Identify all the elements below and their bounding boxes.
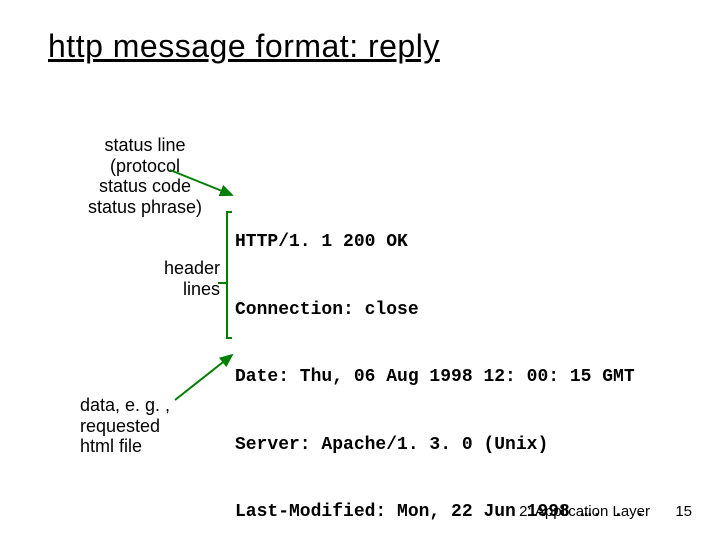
footer-section: 2: Application Layer	[519, 503, 650, 520]
http-header-line: Connection: close	[235, 299, 645, 322]
slide-title: http message format: reply	[48, 28, 440, 65]
annotation-header-lines: headerlines	[140, 258, 220, 299]
annotation-data: data, e. g. ,requestedhtml file	[80, 395, 200, 457]
footer-page-number: 15	[675, 503, 692, 520]
http-header-line: Date: Thu, 06 Aug 1998 12: 00: 15 GMT	[235, 366, 645, 389]
http-header-line: Server: Apache/1. 3. 0 (Unix)	[235, 434, 645, 457]
annotation-status-line: status line(protocolstatus codestatus ph…	[80, 135, 210, 218]
http-reply-block: HTTP/1. 1 200 OK Connection: close Date:…	[235, 186, 645, 540]
http-status-line: HTTP/1. 1 200 OK	[235, 231, 645, 254]
